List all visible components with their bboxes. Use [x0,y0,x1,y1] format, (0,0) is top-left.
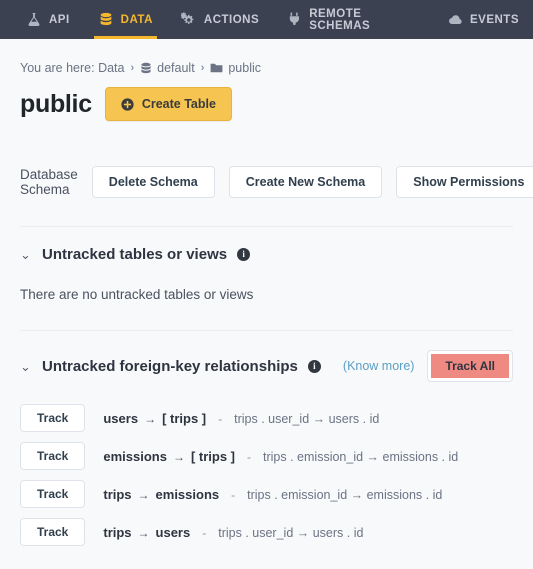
relationship-to: [ trips ] [162,410,207,426]
arrow-right-icon: → [144,411,157,426]
breadcrumb-separator-2: › [200,62,205,74]
info-icon[interactable]: i [307,359,321,373]
chevron-down-icon[interactable]: ⌄ [20,248,32,261]
untracked-tables-empty-message: There are no untracked tables or views [20,287,254,302]
arrow-right-icon: → [137,487,150,502]
relationship-description: emissions → [ trips ] - trips . emission… [103,449,458,464]
relationship-to: emissions [155,486,220,502]
nav-item-label: EVENTS [469,13,519,26]
relationship-from: emissions [103,448,167,464]
track-all-label: Track All [431,354,509,378]
delete-schema-button[interactable]: Delete Schema [91,166,215,198]
top-navigation-bar: API DATA ACTIONS REMOTE SCHEMAS EVENTS [0,0,533,39]
nav-item-api[interactable]: API [12,0,84,39]
table-row: Track users → [ trips ] - trips . user_i… [20,404,513,432]
relationship-detail: trips . emission_id → emissions . id [263,449,459,464]
plus-circle-icon [121,97,134,111]
relationship-dash: - [247,449,252,464]
relationship-description: users → [ trips ] - trips . user_id → us… [103,411,379,426]
relationship-description: trips → emissions - trips . emission_id … [103,487,442,502]
main-content: You are here: Data › default › public pu… [0,39,533,569]
relationship-to: [ trips ] [190,448,236,464]
untracked-fk-section-header: ⌄ Untracked foreign-key relationships i … [20,331,513,382]
nav-item-data[interactable]: DATA [84,0,167,39]
table-row: Track trips → emissions - trips . emissi… [20,480,513,508]
table-row: Track trips → users - trips . user_id → … [20,518,513,546]
breadcrumb-prefix[interactable]: You are here: Data [20,61,124,75]
untracked-tables-title: Untracked tables or views [42,246,228,263]
table-row: Track emissions → [ trips ] - trips . em… [20,442,513,470]
plug-icon [287,12,302,28]
nav-item-label: REMOTE SCHEMAS [309,7,371,32]
nav-item-label: API [49,13,70,26]
arrow-right-icon: → [172,449,185,464]
arrow-right-icon: → [137,525,150,540]
chevron-down-icon[interactable]: ⌄ [20,360,32,373]
relationship-from: users [103,410,139,426]
relationship-description: trips → users - trips . user_id → users … [103,525,363,540]
nav-item-events[interactable]: EVENTS [433,0,533,39]
nav-item-label: ACTIONS [203,13,260,26]
track-button[interactable]: Track [20,404,86,432]
track-button[interactable]: Track [20,442,86,470]
breadcrumb-schema-label: public [228,61,262,75]
database-icon [98,12,114,28]
page-title: public [20,89,92,118]
schema-toolbar-label: Database Schema [20,167,78,197]
breadcrumb-database-label: default [157,61,195,75]
schema-toolbar: Database Schema Delete Schema Create New… [20,166,533,198]
track-button[interactable]: Track [20,480,86,508]
create-table-label: Create Table [141,97,216,111]
track-button[interactable]: Track [20,518,86,546]
untracked-fk-list: Track users → [ trips ] - trips . user_i… [20,382,513,546]
untracked-fk-title: Untracked foreign-key relationships [42,357,298,375]
nav-item-remote-schemas[interactable]: REMOTE SCHEMAS [273,0,433,39]
relationship-from: trips [103,524,132,540]
breadcrumb: You are here: Data › default › public [20,39,513,75]
relationship-dash: - [218,411,223,426]
relationship-detail: trips . emission_id → emissions . id [247,487,443,502]
relationship-from: trips [103,486,132,502]
know-more-link[interactable]: (Know more) [343,359,415,373]
cloud-icon [447,12,463,28]
database-icon [140,62,152,75]
info-icon[interactable]: i [237,248,251,261]
breadcrumb-separator: › [130,62,135,74]
relationship-dash: - [202,525,207,540]
breadcrumb-database[interactable]: default [140,61,195,75]
breadcrumb-schema[interactable]: public [210,61,261,75]
create-new-schema-button[interactable]: Create New Schema [228,166,383,198]
nav-item-label: DATA [120,13,153,26]
relationship-to: users [155,524,191,540]
show-permissions-button[interactable]: Show Permissions [396,166,533,198]
relationship-detail: trips . user_id → users . id [234,411,380,426]
page-header: public Create Table [20,87,513,121]
cogs-icon [181,12,197,28]
folder-icon [210,62,223,74]
track-all-button[interactable]: Track All [427,350,513,382]
nav-item-actions[interactable]: ACTIONS [167,0,273,39]
flask-icon [26,12,42,28]
relationship-dash: - [231,487,236,502]
relationship-detail: trips . user_id → users . id [218,525,364,540]
create-table-button[interactable]: Create Table [104,87,232,121]
untracked-tables-section-header: ⌄ Untracked tables or views i [20,227,513,263]
